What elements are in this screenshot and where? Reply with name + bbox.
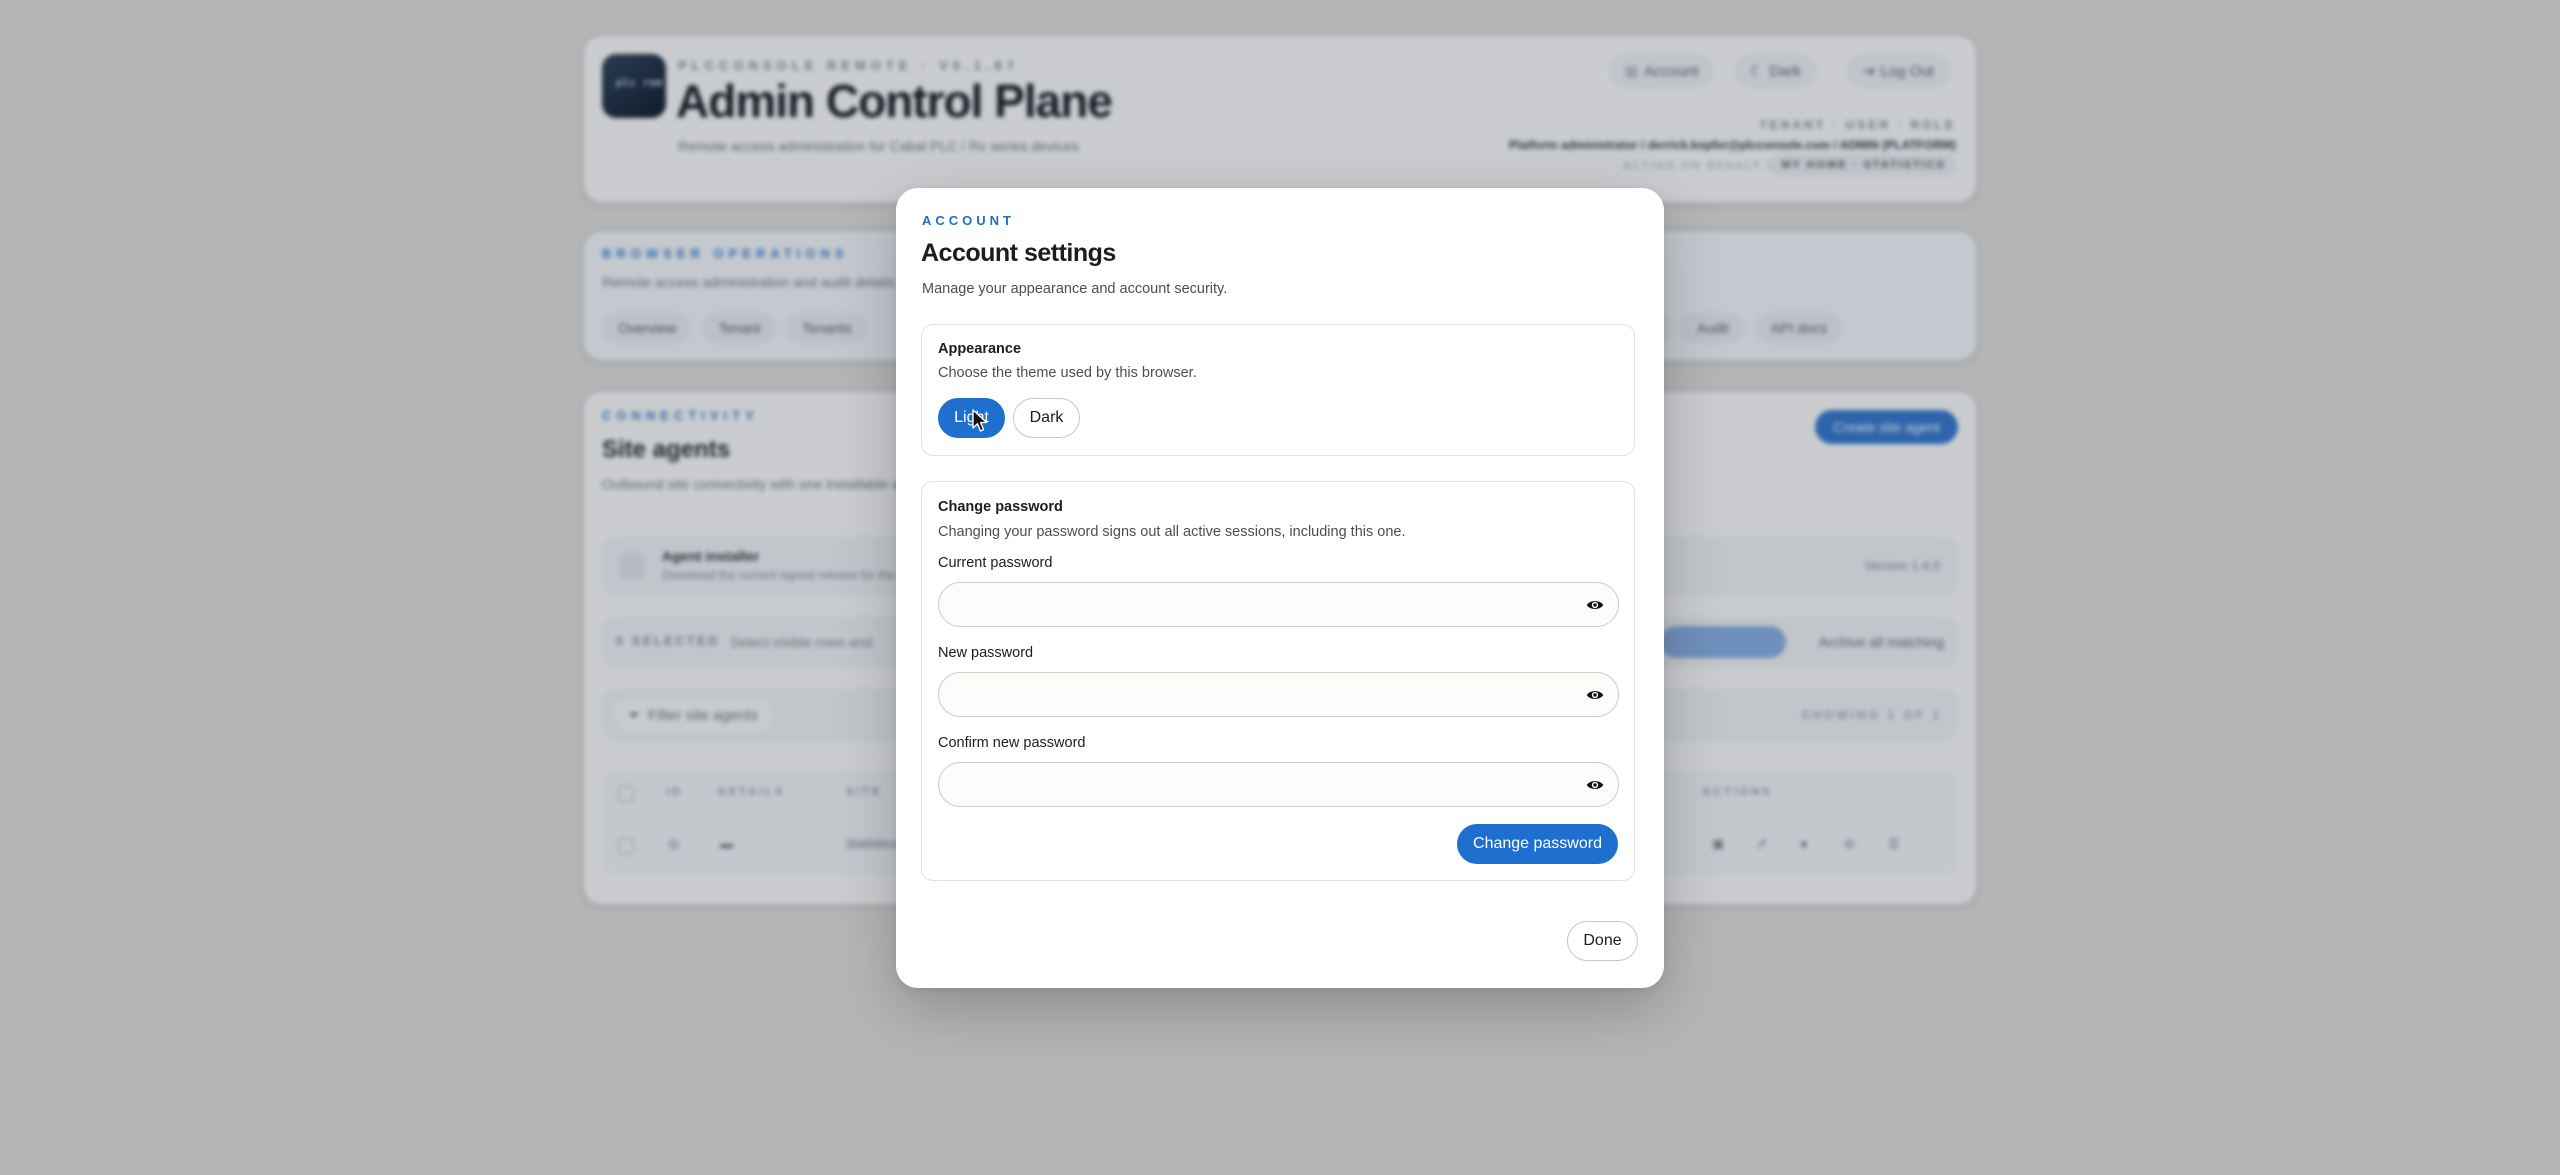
change-password-description: Changing your password signs out all act… xyxy=(938,524,1406,540)
dialog-eyebrow: ACCOUNT xyxy=(922,213,1015,228)
show-confirm-password-eye-icon[interactable] xyxy=(1586,776,1604,794)
change-password-button[interactable]: Change password xyxy=(1457,824,1618,864)
dialog-title: Account settings xyxy=(921,239,1116,267)
new-password-label: New password xyxy=(938,645,1034,661)
theme-dark-button[interactable]: Dark xyxy=(1013,398,1080,438)
current-password-label: Current password xyxy=(938,555,1053,571)
change-password-title: Change password xyxy=(938,499,1063,515)
confirm-password-input[interactable] xyxy=(957,763,1557,806)
appearance-description: Choose the theme used by this browser. xyxy=(938,365,1197,381)
account-settings-dialog: ACCOUNT Account settings Manage your app… xyxy=(896,188,1664,988)
new-password-input[interactable] xyxy=(957,673,1557,716)
current-password-input[interactable] xyxy=(957,583,1557,626)
pointer-cursor-icon xyxy=(972,409,988,432)
confirm-password-label: Confirm new password xyxy=(938,735,1086,751)
current-password-field-wrap xyxy=(938,582,1619,627)
appearance-title: Appearance xyxy=(938,341,1022,357)
dialog-subtitle: Manage your appearance and account secur… xyxy=(922,281,1228,297)
change-password-section: Change password Changing your password s… xyxy=(921,481,1635,881)
new-password-field-wrap xyxy=(938,672,1619,717)
appearance-section: Appearance Choose the theme used by this… xyxy=(921,324,1635,456)
show-new-password-eye-icon[interactable] xyxy=(1586,686,1604,704)
confirm-password-field-wrap xyxy=(938,762,1619,807)
done-button[interactable]: Done xyxy=(1567,921,1638,961)
show-current-password-eye-icon[interactable] xyxy=(1586,596,1604,614)
